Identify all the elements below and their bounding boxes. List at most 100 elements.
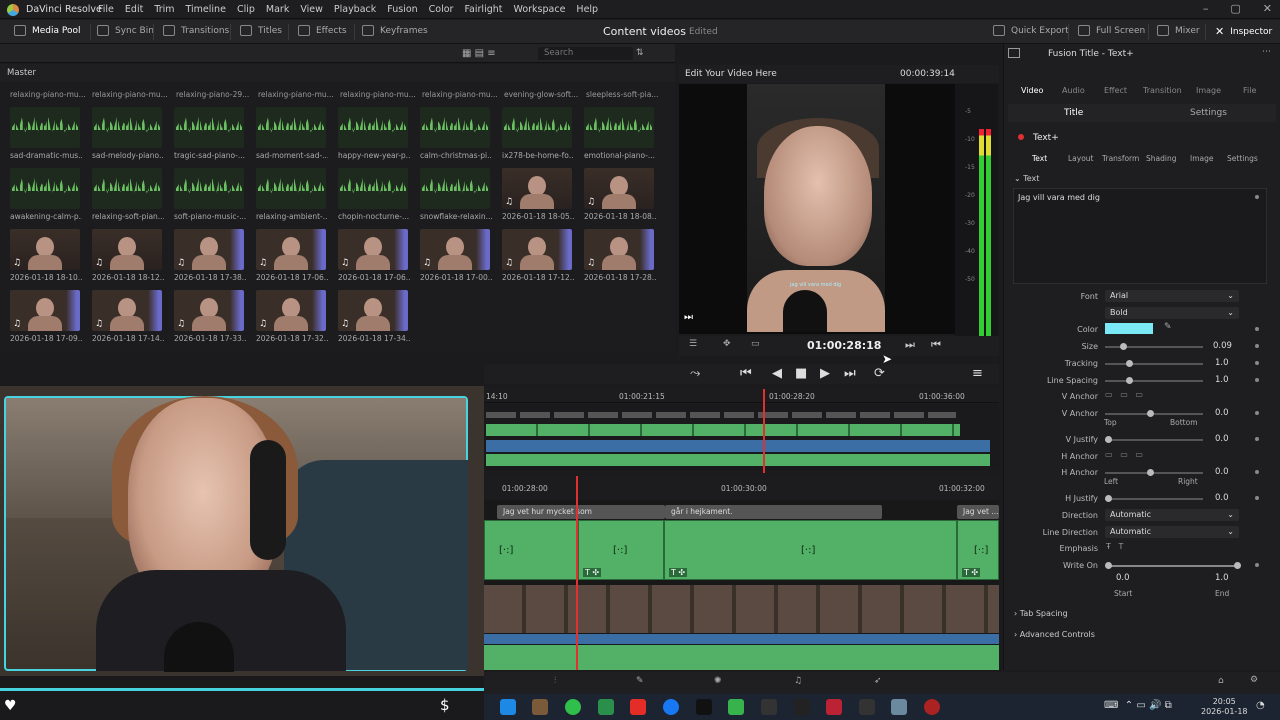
v-justify-value[interactable]: 0.0 (1215, 434, 1229, 444)
menu-view[interactable]: View (300, 4, 323, 15)
menu-help[interactable]: Help (576, 4, 598, 15)
previous-edit-icon[interactable]: ⏮ (931, 338, 941, 352)
loop-icon[interactable]: ⟳ (874, 366, 885, 381)
play-reverse-icon[interactable]: ◀ (772, 366, 782, 381)
notifications-icon[interactable]: ◔ (1256, 700, 1265, 711)
color-swatch[interactable] (1105, 323, 1153, 334)
h-anchor-slider-knob[interactable] (1147, 469, 1154, 476)
keyframe-diamond-icon[interactable] (1255, 195, 1259, 199)
x-icon[interactable] (794, 699, 810, 715)
app-icon[interactable] (761, 699, 777, 715)
font-style-select[interactable]: Bold ⌄ (1105, 307, 1239, 319)
overview-playhead[interactable] (763, 389, 765, 473)
media-clip[interactable]: awakening-calm-p... (10, 168, 82, 221)
timeline-ruler-overview[interactable]: 14:10 01:00:21:15 01:00:28:20 01:00:36:0… (484, 387, 999, 403)
media-clip[interactable]: relaxing-soft-pian... (92, 168, 164, 221)
h-justify-slider[interactable] (1105, 498, 1203, 500)
media-clip[interactable]: ♫ 2026-01-18 17-33... (174, 290, 246, 343)
eyedropper-icon[interactable]: ✎ (1164, 322, 1172, 332)
media-clip[interactable]: snowflake-relaxin... (420, 168, 492, 221)
keyframe-diamond-icon[interactable] (1255, 378, 1259, 382)
media-clip[interactable]: ♫ 2026-01-18 17-28... (584, 229, 656, 282)
fusion-title-clip[interactable]: [·:] (484, 520, 578, 580)
menu-file[interactable]: File (98, 4, 114, 15)
write-on-range[interactable] (1108, 565, 1238, 567)
inspector-button[interactable]: ✕ Inspector (1215, 25, 1272, 38)
minimize-icon[interactable]: – (1203, 2, 1209, 15)
stop-icon[interactable]: ■ (795, 366, 807, 381)
fairlight-page-icon[interactable]: ♫ (794, 676, 802, 686)
subtitle-clip[interactable]: Jag vet ... (957, 505, 999, 519)
subtitle-clip[interactable]: Jag vet hur mycket som (497, 505, 665, 519)
home-icon[interactable]: ⌂ (1218, 676, 1224, 686)
line-spacing-slider[interactable] (1105, 380, 1203, 382)
settings-sliders-icon[interactable]: ☰ (689, 339, 697, 349)
inspector-layout-icon[interactable] (1008, 48, 1020, 58)
menu-workspace[interactable]: Workspace (513, 4, 565, 15)
audio-track[interactable] (484, 645, 999, 670)
menu-mark[interactable]: Mark (266, 4, 289, 15)
tab-image[interactable]: Image (1196, 86, 1221, 95)
styled-text-input[interactable]: Jag vill vara med dig (1013, 188, 1267, 284)
keyframes-button[interactable]: Keyframes (362, 25, 428, 36)
media-clip[interactable]: ♫ 2026-01-18 18-08... (584, 168, 656, 221)
menu-fusion[interactable]: Fusion (387, 4, 417, 15)
media-clip[interactable]: sad-melody-piano... (92, 107, 164, 160)
media-clip[interactable]: ♫ 2026-01-18 17-38... (174, 229, 246, 282)
titles-button[interactable]: Titles (240, 25, 282, 36)
media-clip[interactable]: ♫ 2026-01-18 17-00... (420, 229, 492, 282)
edge-icon[interactable] (500, 699, 516, 715)
tracking-slider[interactable] (1105, 363, 1203, 365)
write-on-start-value[interactable]: 0.0 (1116, 573, 1130, 583)
sort-icon[interactable]: ⇅ (636, 48, 644, 58)
timeline-playhead[interactable] (576, 476, 578, 670)
play-frame-icon[interactable]: ⏭ (684, 312, 693, 323)
tray-icons[interactable]: ⌨ ⌃ ▭ 🔊 ⧉ (1104, 700, 1172, 711)
fusion-title-clip[interactable]: [·:] T ✣ (578, 520, 664, 580)
tidal-icon[interactable] (696, 699, 712, 715)
keyframe-diamond-icon[interactable] (1255, 437, 1259, 441)
fusion-title-clip[interactable]: [·:] T ✣ (957, 520, 999, 580)
davinci-icon[interactable] (859, 699, 875, 715)
keyframe-diamond-icon[interactable] (1255, 496, 1259, 500)
minecraft-icon[interactable] (532, 699, 548, 715)
media-clip[interactable]: calm-christmas-pi... (420, 107, 492, 160)
media-clip[interactable]: ♫ 2026-01-18 17-34... (338, 290, 410, 343)
media-clip[interactable]: sad-dramatic-mus... (10, 107, 82, 160)
tab-audio[interactable]: Audio (1062, 86, 1085, 95)
app-icon[interactable] (924, 699, 940, 715)
full-screen-button[interactable]: Full Screen (1078, 25, 1145, 36)
app-icon[interactable] (598, 699, 614, 715)
effects-button[interactable]: Effects (298, 25, 347, 36)
line-direction-select[interactable]: Automatic ⌄ (1105, 526, 1239, 538)
cut-page-icon[interactable]: ⫶ (554, 676, 556, 686)
tab-video[interactable]: Video (1021, 86, 1043, 95)
media-clip[interactable]: tragic-sad-piano-... (174, 107, 246, 160)
app-icon[interactable] (826, 699, 842, 715)
overlay-icon[interactable]: ▭ (751, 339, 760, 349)
app-icon[interactable] (728, 699, 744, 715)
more-options-icon[interactable]: ⋯ (1262, 47, 1271, 57)
go-to-end-icon[interactable]: ⏭ (844, 366, 856, 381)
next-edit-icon[interactable]: ⏭ (905, 338, 915, 352)
tab-transition[interactable]: Transition (1143, 86, 1182, 95)
maximize-icon[interactable]: ▢ (1230, 2, 1240, 15)
play-icon[interactable]: ▶ (820, 366, 830, 381)
media-clip[interactable]: happy-new-year-p... (338, 107, 410, 160)
menu-edit[interactable]: Edit (125, 4, 143, 15)
media-clip[interactable]: ♫ 2026-01-18 17-12... (502, 229, 574, 282)
node-tab-shading[interactable]: Shading (1146, 154, 1176, 163)
media-search-input[interactable]: Search (538, 47, 633, 60)
media-clip[interactable]: ♫ 2026-01-18 18-12... (92, 229, 164, 282)
write-on-start-knob[interactable] (1105, 562, 1112, 569)
view-mode-icons[interactable]: ▦ ▤ ≡ (462, 48, 496, 59)
node-enabled-icon[interactable] (1018, 134, 1024, 140)
media-clip[interactable]: soft-piano-music-... (174, 168, 246, 221)
keyframe-diamond-icon[interactable] (1255, 344, 1259, 348)
close-icon[interactable]: ✕ (1263, 2, 1272, 15)
keyframe-diamond-icon[interactable] (1255, 361, 1259, 365)
v-anchor-slider-knob[interactable] (1147, 410, 1154, 417)
fusion-title-clip[interactable]: [·:] T ✣ (664, 520, 957, 580)
node-tab-layout[interactable]: Layout (1068, 154, 1094, 163)
font-select[interactable]: Arial ⌄ (1105, 290, 1239, 302)
